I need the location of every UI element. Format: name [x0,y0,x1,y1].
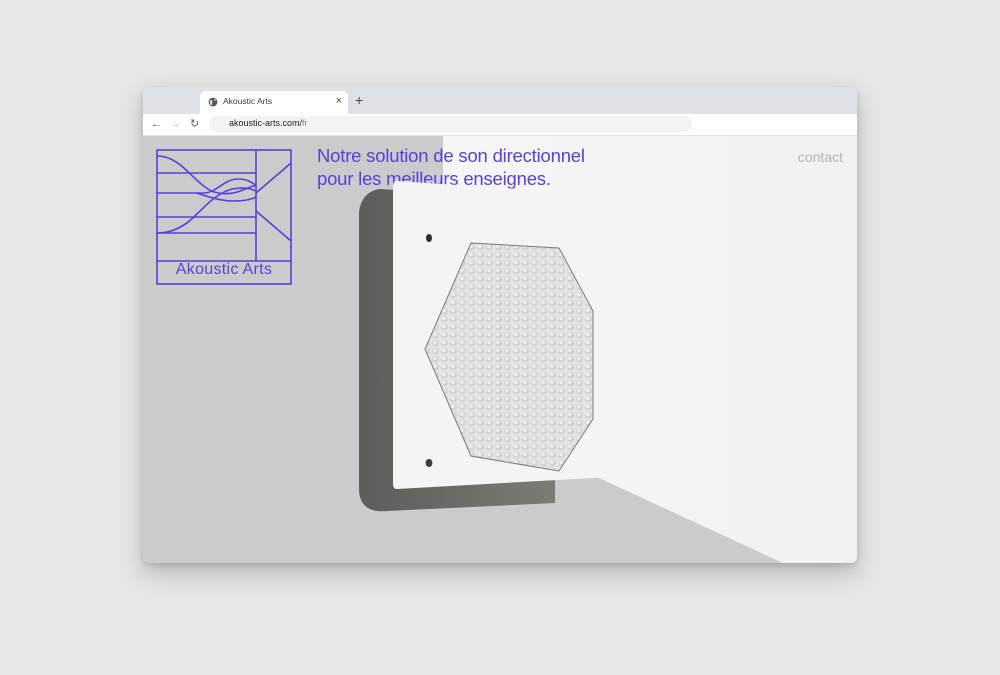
url-text: akoustic-arts.com/fr [229,118,308,128]
address-bar[interactable]: akoustic-arts.com/fr [209,116,692,132]
tab-close-icon[interactable]: × [336,94,342,108]
headline-line-1: Notre solution de son directionnel [317,145,585,166]
tab-strip: Akoustic Arts × + [143,87,857,114]
back-arrow-icon[interactable]: ← [151,116,162,132]
new-tab-button[interactable]: + [355,92,363,108]
akoustic-arts-logo[interactable]: Akoustic Arts [156,149,292,285]
browser-tab[interactable]: Akoustic Arts × [200,91,348,114]
reload-icon[interactable]: ↻ [190,116,199,132]
browser-toolbar: ← → ↻ akoustic-arts.com/fr [143,114,857,136]
forward-arrow-icon[interactable]: → [170,116,181,132]
browser-window: Akoustic Arts × + ← → ↻ akoustic-arts.co… [143,87,857,563]
url-path: fr [302,118,308,128]
globe-icon [208,97,218,107]
tab-title: Akoustic Arts [223,96,273,106]
contact-link[interactable]: contact [798,149,843,165]
speaker-product-image [359,181,615,512]
page-viewport: Akoustic Arts Notre solution de son dire… [143,136,857,563]
logo-text: Akoustic Arts [175,261,273,278]
url-domain: akoustic-arts.com/ [229,118,303,128]
